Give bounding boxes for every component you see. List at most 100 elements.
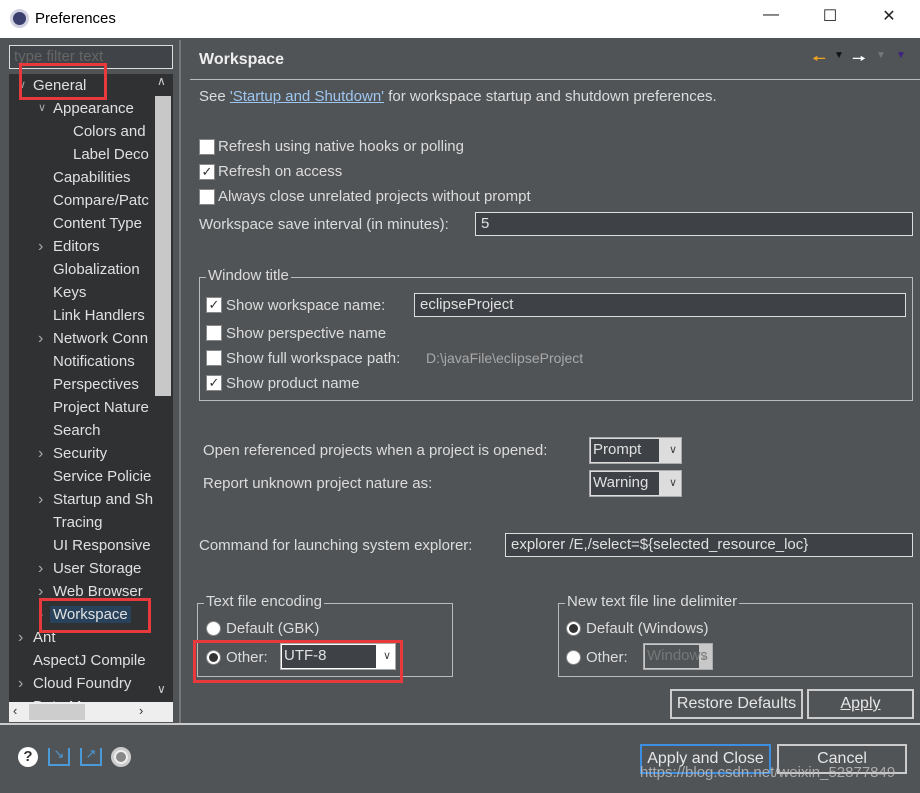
chevron-right-icon[interactable]: › xyxy=(38,488,43,511)
intro-text: See 'Startup and Shutdown' for workspace… xyxy=(199,88,717,105)
tree-item[interactable]: Colors and xyxy=(73,120,146,143)
highlight-box-workspace xyxy=(39,598,151,633)
explorer-command-input[interactable]: explorer /E,/select=${selected_resource_… xyxy=(505,533,913,557)
chevron-right-icon[interactable]: › xyxy=(18,695,23,702)
import-icon[interactable]: ↘ xyxy=(48,747,70,766)
chevron-right-icon[interactable]: › xyxy=(18,626,23,649)
back-arrow-icon[interactable]: 🠔 xyxy=(812,48,826,75)
tree-item-label: UI Responsive xyxy=(53,537,151,554)
chevron-down-icon: ∨ xyxy=(668,444,677,456)
tree-item[interactable]: › Network Conn xyxy=(38,327,148,350)
select-value: Prompt xyxy=(591,439,659,462)
tree-item-label: Security xyxy=(53,445,108,462)
show-perspective-name-label: Show perspective name xyxy=(226,325,387,342)
tree-item[interactable]: Project Nature xyxy=(53,396,149,419)
chevron-down-icon[interactable]: ∨ xyxy=(38,97,46,120)
checkbox[interactable]: ✓ xyxy=(199,164,215,180)
help-icon[interactable]: ? xyxy=(18,747,38,767)
delimiter-select[interactable]: Windows ∨ xyxy=(643,643,713,670)
save-interval-input[interactable]: 5 xyxy=(475,212,913,236)
forward-menu-icon[interactable]: ▼ xyxy=(876,50,886,61)
title-bar: Preferences — ☐ ✕ xyxy=(0,0,920,38)
chevron-right-icon[interactable]: › xyxy=(38,557,43,580)
group-label: Text file encoding xyxy=(204,593,324,610)
tree-item[interactable]: Service Policie xyxy=(53,465,151,488)
scroll-right-icon[interactable]: › xyxy=(139,703,143,718)
back-menu-icon[interactable]: ▼ xyxy=(834,50,844,61)
chevron-right-icon[interactable]: › xyxy=(38,235,43,258)
watermark: https://blog.csdn.net/weixin_52877849 xyxy=(640,764,896,781)
tree-horizontal-scrollbar[interactable]: ‹ › xyxy=(9,702,173,722)
tree-item[interactable]: › Startup and Sh xyxy=(38,488,153,511)
close-button[interactable]: ✕ xyxy=(874,6,904,32)
show-workspace-name-checkbox[interactable]: ✓ xyxy=(206,297,222,313)
eclipse-gear-icon xyxy=(10,9,29,28)
scroll-down-icon[interactable]: ∨ xyxy=(157,682,166,696)
intro-pre: See xyxy=(199,88,230,105)
tree-item[interactable]: Compare/Patc xyxy=(53,189,149,212)
tree-item[interactable]: › Security xyxy=(38,442,108,465)
tree-item-label: Globalization xyxy=(53,261,140,278)
tree-item[interactable]: Globalization xyxy=(53,258,140,281)
show-full-path-label: Show full workspace path: xyxy=(226,350,401,367)
tree-item-label: Tracing xyxy=(53,514,103,531)
group-label: Window title xyxy=(206,267,291,284)
tree-item[interactable]: UI Responsive xyxy=(53,534,151,557)
encoding-default-label: Default (GBK) xyxy=(226,620,320,637)
tree-item[interactable]: Label Deco xyxy=(73,143,149,166)
window-title: Preferences xyxy=(35,10,116,27)
open-referenced-select[interactable]: Prompt ∨ xyxy=(589,437,682,464)
highlight-box-general xyxy=(19,63,107,100)
tree-item[interactable]: ∨ Appearance xyxy=(38,97,134,120)
chevron-right-icon[interactable]: › xyxy=(38,327,43,350)
record-icon[interactable] xyxy=(111,747,131,767)
tree-item[interactable]: ›Data M xyxy=(18,695,81,702)
tree-item[interactable]: › Editors xyxy=(38,235,100,258)
checkbox-label: Refresh on access xyxy=(218,163,343,180)
scrollbar-thumb[interactable] xyxy=(155,96,171,396)
forward-arrow-icon[interactable]: 🠖 xyxy=(852,48,866,75)
tree-item[interactable]: Link Handlers xyxy=(53,304,145,327)
tree-item[interactable]: Keys xyxy=(53,281,86,304)
view-menu-icon[interactable]: ▼ xyxy=(896,50,906,61)
tree-item-label: Capabilities xyxy=(53,169,131,186)
apply-button[interactable]: Apply xyxy=(807,689,914,719)
tree-item[interactable]: Search xyxy=(53,419,101,442)
scroll-up-icon[interactable]: ∧ xyxy=(157,74,166,88)
maximize-button[interactable]: ☐ xyxy=(815,6,845,32)
show-perspective-name-checkbox[interactable] xyxy=(206,325,222,341)
chevron-right-icon[interactable]: › xyxy=(38,442,43,465)
tree-item[interactable]: Notifications xyxy=(53,350,135,373)
pane-divider[interactable] xyxy=(179,40,181,723)
select-value: Windows xyxy=(645,645,708,668)
tree-item-label: Colors and xyxy=(73,123,146,140)
checkbox[interactable] xyxy=(199,189,215,205)
delimiter-default-radio[interactable] xyxy=(566,621,581,636)
tree-item[interactable]: › User Storage xyxy=(38,557,141,580)
encoding-default-radio[interactable] xyxy=(206,621,221,636)
tree-vertical-scrollbar[interactable]: ∧ ∨ xyxy=(153,74,173,702)
checkbox[interactable] xyxy=(199,139,215,155)
tree-item[interactable]: AspectJ Compile xyxy=(33,649,146,672)
tree-item-label: Content Type xyxy=(53,215,142,232)
chevron-right-icon[interactable]: › xyxy=(18,672,23,695)
tree-item-label: Link Handlers xyxy=(53,307,145,324)
restore-defaults-button[interactable]: Restore Defaults xyxy=(670,689,803,719)
chevron-down-icon: ∨ xyxy=(699,650,708,662)
scrollbar-thumb[interactable] xyxy=(29,704,85,720)
startup-shutdown-link[interactable]: 'Startup and Shutdown' xyxy=(230,88,384,105)
tree-item[interactable]: › Cloud Foundry xyxy=(18,672,131,695)
show-product-name-checkbox[interactable]: ✓ xyxy=(206,375,222,391)
minimize-button[interactable]: — xyxy=(756,6,786,32)
scroll-left-icon[interactable]: ‹ xyxy=(13,703,17,718)
tree-item[interactable]: Perspectives xyxy=(53,373,139,396)
export-icon[interactable]: ↗ xyxy=(80,747,102,766)
highlight-box-encoding xyxy=(193,640,403,683)
show-full-path-checkbox[interactable] xyxy=(206,350,222,366)
tree-item[interactable]: Capabilities xyxy=(53,166,131,189)
workspace-name-input[interactable]: eclipseProject xyxy=(414,293,906,317)
report-nature-select[interactable]: Warning ∨ xyxy=(589,470,682,497)
delimiter-other-radio[interactable] xyxy=(566,650,581,665)
tree-item[interactable]: Tracing xyxy=(53,511,102,534)
tree-item[interactable]: Content Type xyxy=(53,212,142,235)
